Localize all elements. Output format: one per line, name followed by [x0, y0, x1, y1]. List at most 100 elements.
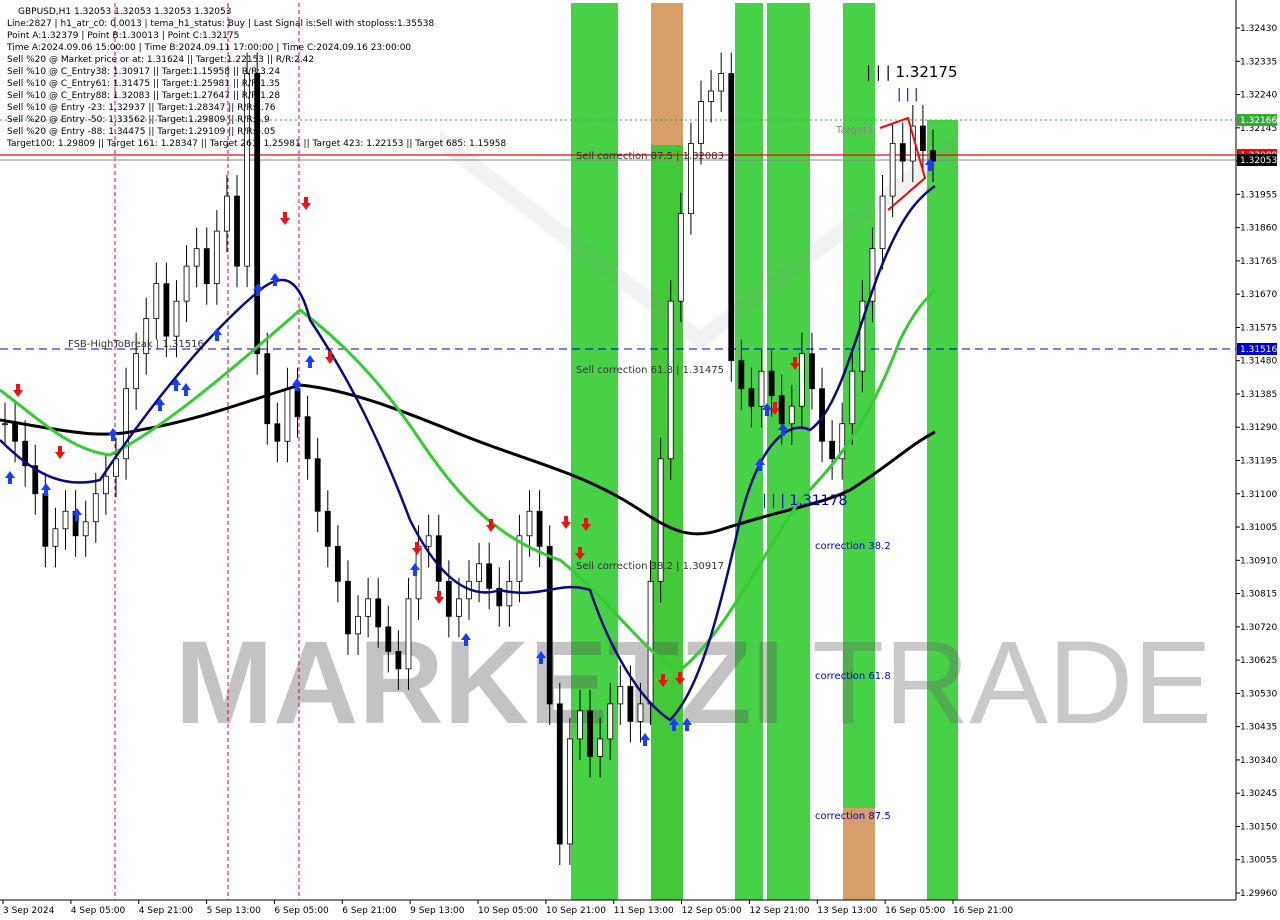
candle-body	[445, 580, 452, 617]
candle-body	[476, 563, 482, 582]
x-tick-label: 4 Sep 21:00	[139, 906, 194, 916]
candle-body	[365, 598, 372, 617]
candle-body	[677, 213, 684, 302]
candle-body	[506, 580, 513, 607]
x-tick-label: 16 Sep 05:00	[885, 906, 945, 916]
y-tick-label: 1.31480	[1240, 357, 1277, 367]
y-tick-label: 1.30340	[1240, 756, 1277, 766]
sell-correction-382: Sell correction 38.2 | 1.30917	[576, 561, 724, 572]
candle-body	[637, 703, 644, 722]
candle-body	[405, 598, 412, 670]
green-zone	[927, 120, 958, 900]
sell-correction-875: Sell correction 87.5 | 1.32083	[576, 151, 724, 162]
candle-body	[213, 230, 220, 285]
candle-body	[224, 195, 230, 232]
y-tick-label: 1.30625	[1240, 656, 1277, 666]
candle-body	[203, 248, 210, 285]
y-tick-label: 1.30055	[1240, 856, 1277, 866]
x-axis-ticks: 3 Sep 2024 4 Sep 05:00 4 Sep 21:00 5 Sep 13…	[2, 900, 1013, 916]
candle-body	[62, 510, 69, 530]
y-tick-label: 1.32430	[1240, 24, 1277, 34]
price-chart[interactable]: MARKETZI TRADE GBPUSD,H1 1.32053 1.32053…	[0, 0, 1280, 920]
y-tick-label: 1.31670	[1240, 290, 1277, 300]
green-zone	[571, 3, 618, 900]
point-c-ticks: | | |	[897, 87, 918, 102]
green-price-tag: 1.32166	[1240, 116, 1277, 126]
target1-label: Target1	[835, 125, 873, 136]
candle-body	[183, 265, 190, 302]
candle-body	[92, 493, 99, 523]
candle-body	[163, 283, 170, 337]
correction-382-label: correction 38.2	[815, 541, 891, 552]
candle-body	[345, 580, 351, 635]
y-tick-label: 1.31290	[1240, 423, 1277, 433]
current-price-tag: 1.32053	[1240, 156, 1277, 166]
candle-body	[879, 195, 886, 250]
x-tick-label: 12 Sep 21:00	[749, 906, 809, 916]
candle-body	[607, 703, 614, 740]
candle-body	[193, 248, 200, 267]
y-tick-label: 1.31195	[1240, 457, 1277, 467]
sell-correction-618: Sell correction 61.8 | 1.31475	[576, 365, 724, 376]
candle-body	[355, 615, 361, 635]
y-tick-label: 1.30530	[1240, 689, 1277, 699]
candle-body	[284, 388, 291, 442]
x-tick-label: 10 Sep 21:00	[546, 906, 606, 916]
info-line: Target100: 1.29809 || Target 161: 1.2834…	[6, 139, 507, 149]
candle-body	[274, 423, 281, 442]
candle-body	[334, 545, 341, 582]
info-line: Sell %20 @ Entry -50: 1.33562 || Target:…	[7, 115, 270, 125]
candle-body	[829, 440, 836, 460]
y-tick-label: 1.30150	[1240, 822, 1277, 832]
correction-618-label: correction 61.8	[815, 671, 891, 682]
candle-body	[264, 353, 271, 425]
candle-body	[768, 370, 775, 397]
candle-body	[82, 521, 89, 537]
candle-body	[536, 510, 543, 547]
green-zone	[735, 3, 763, 900]
info-line: Sell %10 @ C_Entry61: 1.31475 || Target:…	[7, 79, 280, 89]
candle-body	[566, 738, 573, 845]
candle-body	[456, 598, 462, 617]
candle-body	[889, 143, 896, 197]
candle-body	[708, 90, 714, 102]
y-tick-label: 1.32335	[1240, 57, 1277, 67]
candle-body	[486, 563, 493, 589]
candle-body	[153, 283, 160, 320]
info-line: Sell %20 @ Entry -88: 1.34475 || Target:…	[7, 127, 275, 137]
info-line: Sell %10 @ C_Entry88: 1.32083 || Target:…	[7, 91, 280, 101]
candle-body	[375, 598, 382, 628]
x-tick-label: 16 Sep 21:00	[953, 906, 1013, 916]
y-tick-label: 1.31100	[1240, 490, 1277, 500]
y-tick-label: 1.30720	[1240, 623, 1277, 633]
candle-body	[698, 101, 704, 144]
y-tick-label: 1.31860	[1240, 224, 1277, 234]
candle-body	[324, 510, 331, 547]
y-tick-label: 1.31005	[1240, 523, 1277, 533]
y-tick-label: 1.30245	[1240, 789, 1277, 799]
candle-body	[395, 650, 402, 670]
candle-body	[738, 360, 745, 390]
x-tick-label: 6 Sep 21:00	[342, 906, 397, 916]
candle-body	[667, 300, 674, 460]
y-tick-label: 1.31955	[1240, 190, 1277, 200]
fsb-high-label: FSB-HighToBreak | 1.31516	[68, 339, 204, 350]
candle-body	[294, 388, 301, 418]
blue-price-tag: 1.31516	[1240, 345, 1277, 355]
candle-body	[113, 458, 119, 477]
x-tick-label: 9 Sep 13:00	[410, 906, 465, 916]
candle-body	[385, 626, 392, 652]
candle-body	[133, 353, 140, 390]
correction-875-label: correction 87.5	[815, 811, 891, 822]
y-tick-label: 1.29960	[1240, 889, 1277, 899]
point-b-label: | | | 1.31178	[762, 493, 847, 509]
info-line: Point A:1.32379 | Point B:1.30013 | Poin…	[7, 31, 239, 41]
watermark-right: TRADE	[812, 617, 1212, 749]
symbol-line: GBPUSD,H1 1.32053 1.32053 1.32053 1.3205…	[18, 7, 231, 17]
candle-body	[52, 528, 59, 547]
candle-body	[849, 370, 856, 425]
info-line: Sell %10 @ Entry -23: 1.32937 || Target:…	[7, 103, 276, 113]
candle-body	[718, 73, 725, 92]
y-tick-label: 1.31385	[1240, 390, 1277, 400]
candle-body	[920, 125, 926, 151]
